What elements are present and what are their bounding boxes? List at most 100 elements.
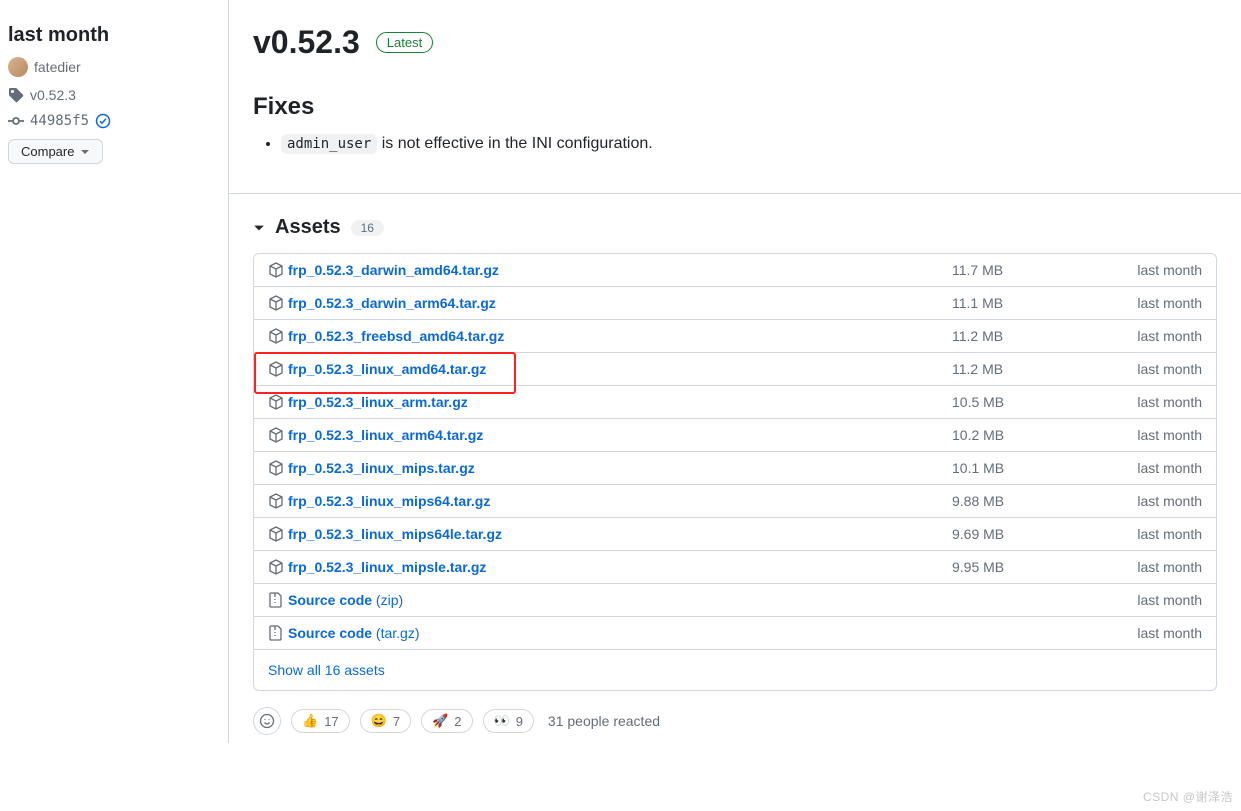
release-sidebar: last month fatedier v0.52.3 44985f5 Comp… bbox=[0, 0, 228, 743]
asset-download-link[interactable]: frp_0.52.3_linux_arm64.tar.gz bbox=[288, 427, 483, 443]
asset-row: Source code (tar.gz) last month bbox=[254, 617, 1216, 650]
asset-name-cell: frp_0.52.3_freebsd_amd64.tar.gz bbox=[268, 328, 952, 344]
tag-link[interactable]: v0.52.3 bbox=[30, 87, 76, 103]
fixes-heading: Fixes bbox=[253, 93, 1217, 121]
rocket-icon: 🚀 bbox=[432, 713, 448, 729]
asset-download-link[interactable]: frp_0.52.3_linux_arm.tar.gz bbox=[288, 394, 468, 410]
commit-link[interactable]: 44985f5 bbox=[30, 113, 89, 129]
asset-size: 10.5 MB bbox=[952, 394, 1102, 410]
asset-row: frp_0.52.3_linux_arm64.tar.gz10.2 MBlast… bbox=[254, 419, 1216, 452]
author-row[interactable]: fatedier bbox=[8, 57, 220, 77]
release-time-heading: last month bbox=[8, 24, 220, 47]
package-icon bbox=[268, 328, 284, 344]
asset-date: last month bbox=[1102, 559, 1202, 575]
asset-date: last month bbox=[1102, 328, 1202, 344]
verified-icon bbox=[95, 113, 111, 129]
reaction-rocket[interactable]: 🚀 2 bbox=[421, 709, 472, 733]
asset-download-link[interactable]: frp_0.52.3_linux_mips64.tar.gz bbox=[288, 493, 490, 509]
thumbs-up-icon: 👍 bbox=[302, 713, 318, 729]
reactions-bar: 👍 17 😄 7 🚀 2 👀 9 31 people reacted bbox=[253, 707, 1217, 735]
asset-row: frp_0.52.3_linux_arm.tar.gz 10.5 MBlast m… bbox=[254, 386, 1216, 419]
package-icon bbox=[268, 493, 284, 509]
asset-date: last month bbox=[1102, 625, 1202, 641]
asset-download-link[interactable]: frp_0.52.3_darwin_arm64.tar.gz bbox=[288, 295, 496, 311]
avatar bbox=[8, 57, 28, 77]
asset-name-cell: frp_0.52.3_darwin_arm64.tar.gz bbox=[268, 295, 952, 311]
assets-count-badge: 16 bbox=[351, 220, 384, 236]
reaction-count: 7 bbox=[393, 714, 400, 729]
asset-name-suffix: (zip) bbox=[372, 592, 403, 608]
reaction-count: 17 bbox=[324, 714, 338, 729]
asset-date: last month bbox=[1102, 361, 1202, 377]
asset-name-cell: frp_0.52.3_darwin_amd64.tar.gz bbox=[268, 262, 952, 278]
asset-download-link[interactable]: Source code (tar.gz) bbox=[288, 625, 420, 641]
file-zip-icon bbox=[268, 625, 284, 641]
asset-size: 10.2 MB bbox=[952, 427, 1102, 443]
reaction-thumbs-up[interactable]: 👍 17 bbox=[291, 709, 350, 733]
eyes-icon: 👀 bbox=[494, 713, 510, 729]
triangle-down-icon bbox=[253, 222, 265, 234]
asset-row: Source code (zip)last month bbox=[254, 584, 1216, 617]
asset-size: 10.1 MB bbox=[952, 460, 1102, 476]
reaction-count: 9 bbox=[516, 714, 523, 729]
asset-size: 9.88 MB bbox=[952, 493, 1102, 509]
assets-header[interactable]: Assets 16 bbox=[253, 216, 1217, 239]
asset-name-cell: frp_0.52.3_linux_mips.tar.gz bbox=[268, 460, 952, 476]
asset-download-link[interactable]: frp_0.52.3_linux_mips64le.tar.gz bbox=[288, 526, 502, 542]
fix-item: admin_user is not effective in the INI c… bbox=[281, 135, 1217, 153]
file-zip-icon bbox=[268, 592, 284, 608]
asset-row: frp_0.52.3_linux_mipsle.tar.gz9.95 MBlas… bbox=[254, 551, 1216, 584]
release-title: v0.52.3 bbox=[253, 24, 360, 61]
author-link[interactable]: fatedier bbox=[34, 59, 81, 75]
tag-row[interactable]: v0.52.3 bbox=[8, 87, 220, 103]
package-icon bbox=[268, 526, 284, 542]
asset-name-cell: frp_0.52.3_linux_mips64le.tar.gz bbox=[268, 526, 952, 542]
fixes-list: admin_user is not effective in the INI c… bbox=[253, 135, 1217, 153]
asset-download-link[interactable]: frp_0.52.3_linux_amd64.tar.gz bbox=[288, 361, 486, 377]
asset-name-cell: Source code (tar.gz) bbox=[268, 625, 952, 641]
asset-download-link[interactable]: frp_0.52.3_freebsd_amd64.tar.gz bbox=[288, 328, 504, 344]
package-icon bbox=[268, 361, 284, 377]
asset-download-link[interactable]: frp_0.52.3_linux_mips.tar.gz bbox=[288, 460, 475, 476]
asset-date: last month bbox=[1102, 295, 1202, 311]
asset-name-cell: frp_0.52.3_linux_amd64.tar.gz bbox=[268, 361, 952, 377]
latest-badge: Latest bbox=[376, 32, 433, 53]
reaction-count: 2 bbox=[454, 714, 461, 729]
compare-button[interactable]: Compare bbox=[8, 139, 103, 164]
asset-download-link[interactable]: Source code (zip) bbox=[288, 592, 403, 608]
reaction-laugh[interactable]: 😄 7 bbox=[360, 709, 411, 733]
asset-date: last month bbox=[1102, 526, 1202, 542]
asset-row: frp_0.52.3_darwin_amd64.tar.gz11.7 MBlas… bbox=[254, 254, 1216, 287]
asset-row: frp_0.52.3_linux_mips64le.tar.gz9.69 MBl… bbox=[254, 518, 1216, 551]
package-icon bbox=[268, 394, 284, 410]
package-icon bbox=[268, 559, 284, 575]
watermark: CSDN @谢泽浩 bbox=[1143, 788, 1233, 805]
asset-download-link[interactable]: frp_0.52.3_darwin_amd64.tar.gz bbox=[288, 262, 499, 278]
asset-size: 11.2 MB bbox=[952, 361, 1102, 377]
package-icon bbox=[268, 295, 284, 311]
tag-icon bbox=[8, 87, 24, 103]
asset-row: frp_0.52.3_freebsd_amd64.tar.gz 11.2 MBla… bbox=[254, 320, 1216, 353]
asset-row: frp_0.52.3_linux_mips64.tar.gz 9.88 MBlas… bbox=[254, 485, 1216, 518]
triangle-down-icon bbox=[80, 147, 90, 157]
reaction-eyes[interactable]: 👀 9 bbox=[483, 709, 534, 733]
asset-date: last month bbox=[1102, 493, 1202, 509]
release-main: v0.52.3 Latest Fixes admin_user is not e… bbox=[228, 0, 1241, 743]
asset-date: last month bbox=[1102, 262, 1202, 278]
asset-date: last month bbox=[1102, 394, 1202, 410]
laugh-icon: 😄 bbox=[371, 713, 387, 729]
package-icon bbox=[268, 262, 284, 278]
asset-download-link[interactable]: frp_0.52.3_linux_mipsle.tar.gz bbox=[288, 559, 486, 575]
package-icon bbox=[268, 460, 284, 476]
asset-name-cell: frp_0.52.3_linux_arm.tar.gz bbox=[268, 394, 952, 410]
add-reaction-button[interactable] bbox=[253, 707, 281, 735]
asset-name-cell: frp_0.52.3_linux_arm64.tar.gz bbox=[268, 427, 952, 443]
fix-text: is not effective in the INI configuratio… bbox=[377, 135, 652, 152]
asset-name-cell: frp_0.52.3_linux_mips64.tar.gz bbox=[268, 493, 952, 509]
show-all-assets-link[interactable]: Show all 16 assets bbox=[268, 662, 385, 678]
asset-size: 11.2 MB bbox=[952, 328, 1102, 344]
package-icon bbox=[268, 427, 284, 443]
assets-heading: Assets bbox=[275, 216, 341, 239]
divider bbox=[229, 193, 1241, 194]
commit-row[interactable]: 44985f5 bbox=[8, 113, 220, 129]
